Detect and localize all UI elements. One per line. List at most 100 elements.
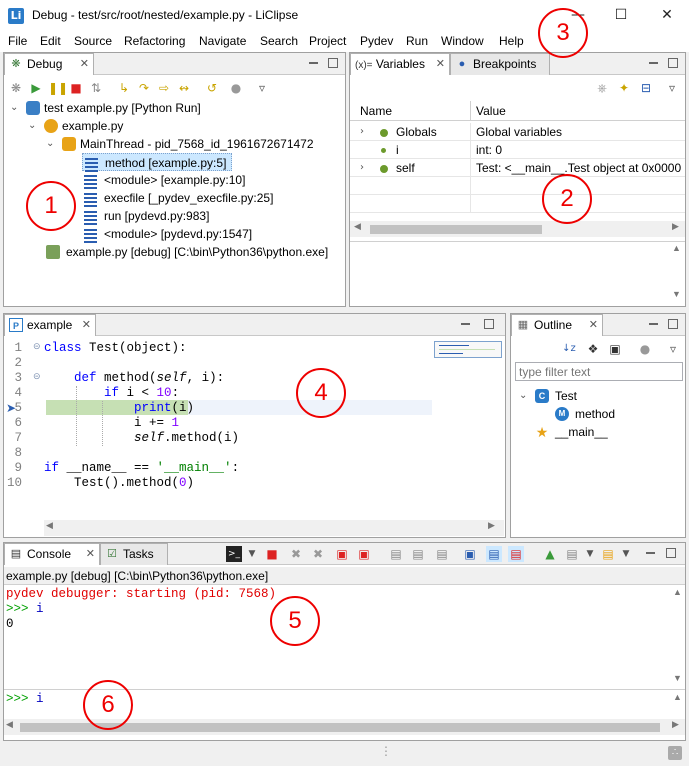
scroll-left-icon[interactable]: ◀ — [46, 520, 53, 531]
view-menu-icon[interactable]: ▿ — [665, 341, 681, 357]
maximize-view-icon[interactable] — [666, 318, 680, 330]
tab-example[interactable]: P example ✕ — [4, 314, 96, 336]
chevron-down-icon[interactable]: ⌄ — [28, 117, 36, 135]
close-window-button[interactable]: ✕ — [652, 4, 682, 26]
minimize-view-icon[interactable] — [647, 318, 661, 330]
tab-breakpoints[interactable]: ● Breakpoints — [450, 53, 550, 75]
show-type-icon[interactable]: ✦ — [616, 80, 632, 96]
dropdown-icon[interactable]: ▼ — [244, 546, 260, 562]
show-on-stderr-icon[interactable]: ▤ — [508, 546, 524, 562]
scroll-up-icon[interactable]: ▲ — [672, 243, 681, 253]
save-icon[interactable]: ▣ — [462, 546, 478, 562]
scroll-up-icon[interactable]: ▲ — [673, 587, 682, 597]
minimize-view-icon[interactable] — [647, 57, 661, 69]
scroll-right-icon[interactable]: ▶ — [672, 221, 679, 232]
menu-edit[interactable]: Edit — [40, 34, 61, 48]
terminal-icon[interactable]: >_ — [226, 546, 242, 562]
show-on-stdout-icon[interactable]: ▤ — [486, 546, 502, 562]
terminate-icon[interactable]: ■ — [68, 80, 84, 96]
pin-console-icon[interactable]: ▣ — [356, 546, 372, 562]
view-menu-icon[interactable]: ▿ — [664, 80, 680, 96]
step-return-icon[interactable]: ⇨ — [156, 80, 172, 96]
dropdown-icon[interactable]: ▼ — [582, 546, 598, 562]
stack-frame-selected[interactable]: method [example.py:5] — [82, 153, 232, 171]
remove-terminated-icon[interactable]: ❋ — [8, 80, 24, 96]
terminate-icon[interactable]: ■ — [264, 546, 280, 562]
minimize-view-icon[interactable] — [644, 547, 658, 559]
menu-project[interactable]: Project — [309, 34, 346, 48]
maximize-button[interactable]: ☐ — [606, 4, 636, 26]
column-divider[interactable] — [470, 101, 471, 121]
maximize-view-icon[interactable] — [482, 318, 496, 330]
table-row[interactable]: › Globals Global variables — [350, 123, 685, 141]
scroll-up-icon[interactable]: ▲ — [673, 692, 682, 702]
console-input-line[interactable]: >>> i — [6, 692, 44, 706]
minimap[interactable] — [434, 341, 502, 358]
resume-icon[interactable]: ▶ — [28, 80, 44, 96]
debug-options-icon[interactable]: ● — [228, 80, 244, 96]
options-icon[interactable]: ● — [637, 341, 653, 357]
disconnect-icon[interactable]: ⇅ — [88, 80, 104, 96]
editor-hscrollbar[interactable]: ◀ ▶ — [44, 520, 504, 536]
outline-filter-input[interactable] — [515, 362, 683, 381]
close-icon[interactable]: ✕ — [589, 315, 598, 336]
clear-console-icon[interactable]: ▣ — [334, 546, 350, 562]
maximize-view-icon[interactable] — [666, 57, 680, 69]
scroll-right-icon[interactable]: ▶ — [488, 520, 495, 531]
minimize-view-icon[interactable] — [459, 318, 473, 330]
tab-variables[interactable]: (x)= Variables ✕ — [350, 53, 450, 75]
menu-navigate[interactable]: Navigate — [199, 34, 246, 48]
console-output[interactable]: pydev debugger: starting (pid: 7568) >>>… — [6, 587, 666, 687]
chevron-right-icon[interactable]: › — [360, 123, 364, 141]
code-area[interactable]: 1 class Test(object): 2 3 def method(self… — [4, 341, 434, 501]
notification-icon[interactable]: ∴ — [668, 746, 682, 760]
step-into-icon[interactable]: ↳ — [116, 80, 132, 96]
dropdown-icon[interactable]: ▼ — [618, 546, 634, 562]
table-row[interactable]: › self Test: <__main__.Test object at 0x… — [350, 159, 685, 177]
tab-console[interactable]: ▤ Console ✕ — [4, 543, 100, 565]
tab-debug[interactable]: ❋ Debug ✕ — [4, 53, 94, 75]
expand-icon[interactable]: ▣ — [607, 341, 623, 357]
variables-hscrollbar[interactable]: ◀ ▶ — [350, 221, 685, 237]
column-name[interactable]: Name — [360, 104, 392, 118]
scroll-lock-icon[interactable]: ▤ — [410, 546, 426, 562]
display-console-icon[interactable]: ▤ — [564, 546, 580, 562]
scroll-down-icon[interactable]: ▼ — [673, 673, 682, 683]
menu-help[interactable]: Help — [499, 34, 524, 48]
chevron-down-icon[interactable]: ⌄ — [519, 387, 527, 405]
tab-outline[interactable]: ▦ Outline ✕ — [511, 314, 603, 336]
collapse-all-icon[interactable]: ⊟ — [638, 80, 654, 96]
chevron-down-icon[interactable]: ⌄ — [46, 135, 54, 153]
remove-all-icon[interactable]: ✖ — [310, 546, 326, 562]
menu-refactoring[interactable]: Refactoring — [124, 34, 185, 48]
close-icon[interactable]: ✕ — [86, 544, 95, 565]
close-icon[interactable]: ✕ — [436, 54, 445, 75]
suspend-icon[interactable]: ❚❚ — [48, 80, 68, 96]
menu-pydev[interactable]: Pydev — [360, 34, 393, 48]
maximize-view-icon[interactable] — [664, 547, 678, 559]
pin-icon[interactable]: ▲ — [542, 546, 558, 562]
scroll-left-icon[interactable]: ◀ — [354, 221, 361, 232]
sort-icon[interactable]: ↓z — [561, 341, 577, 357]
variable-details-pane[interactable] — [350, 241, 685, 297]
remove-launch-icon[interactable]: ✖ — [288, 546, 304, 562]
column-value[interactable]: Value — [476, 104, 506, 118]
menu-file[interactable]: File — [8, 34, 27, 48]
close-icon[interactable]: ✕ — [80, 54, 89, 75]
drop-to-frame-icon[interactable]: ↭ — [176, 80, 192, 96]
tab-tasks[interactable]: ☑ Tasks — [100, 543, 168, 565]
table-row[interactable]: i int: 0 — [350, 141, 685, 159]
collapse-icon[interactable]: ⎈ — [594, 80, 610, 96]
scroll-down-icon[interactable]: ▼ — [672, 289, 681, 299]
maximize-view-icon[interactable] — [326, 57, 340, 69]
step-filters-icon[interactable]: ↺ — [204, 80, 220, 96]
menu-search[interactable]: Search — [260, 34, 298, 48]
new-console-icon[interactable]: ▤ — [600, 546, 616, 562]
menu-window[interactable]: Window — [441, 34, 484, 48]
step-over-icon[interactable]: ↷ — [136, 80, 152, 96]
chevron-down-icon[interactable]: ⌄ — [10, 99, 18, 117]
menu-run[interactable]: Run — [406, 34, 428, 48]
word-wrap-icon[interactable]: ▤ — [434, 546, 450, 562]
hide-fields-icon[interactable]: ❖ — [585, 341, 601, 357]
menu-source[interactable]: Source — [74, 34, 112, 48]
